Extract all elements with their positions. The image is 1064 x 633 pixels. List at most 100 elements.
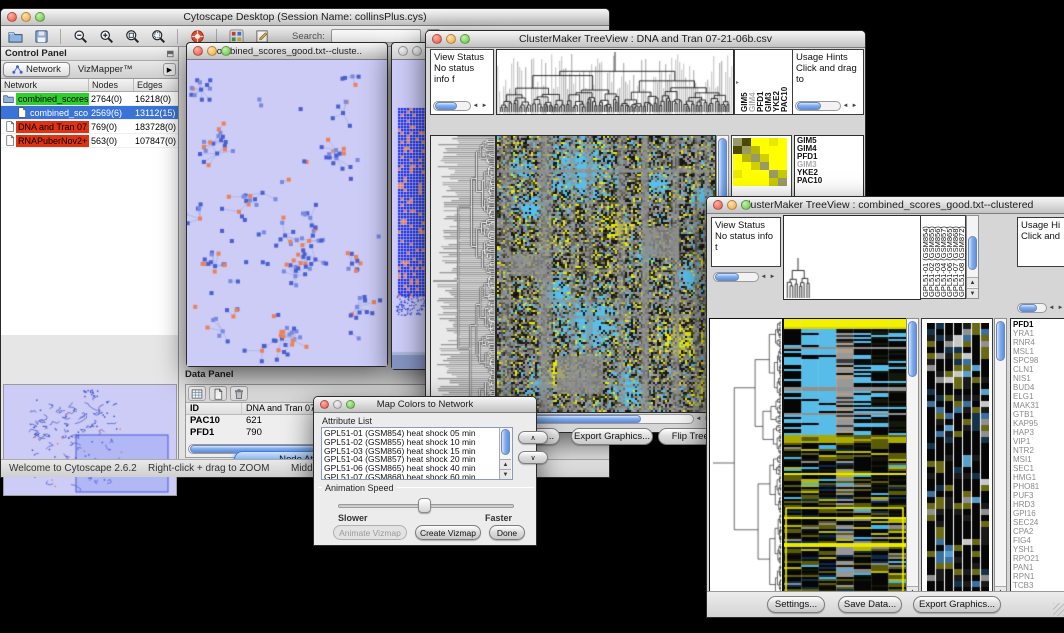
gene-label[interactable]: SPC98 xyxy=(1013,356,1064,365)
usage-hints-scrollbar[interactable]: ◄► xyxy=(1017,302,1064,314)
gene-label[interactable]: PHO81 xyxy=(1013,482,1064,491)
treeview2-title-bar[interactable]: ClusterMaker TreeView : combined_scores_… xyxy=(707,197,1064,214)
view-status-scrollbar[interactable]: ◄► xyxy=(433,100,489,112)
gene-label[interactable]: YRA1 xyxy=(1013,329,1064,338)
view-status-scrollbar[interactable]: ◄► xyxy=(713,271,777,283)
zoom-window-icon[interactable] xyxy=(741,200,751,210)
slider-thumb[interactable] xyxy=(418,498,431,513)
treeview1-column-dendrogram[interactable] xyxy=(496,49,734,115)
gene-label[interactable]: VIP1 xyxy=(1013,437,1064,446)
network-row[interactable]: combined_scores2764(0)16218(0) xyxy=(1,92,178,106)
gene-label[interactable]: KAP95 xyxy=(1013,419,1064,428)
similarity-matrix[interactable] xyxy=(733,138,787,186)
close-icon[interactable] xyxy=(713,200,723,210)
attribute-select-icon[interactable] xyxy=(188,386,206,401)
gene-label[interactable]: CPA2 xyxy=(1013,527,1064,536)
gene-label[interactable]: SEC1 xyxy=(1013,464,1064,473)
treeview2-heatmap[interactable] xyxy=(783,318,907,608)
gene-label[interactable]: PAN1 xyxy=(1013,563,1064,572)
treeview2-gene-dendrogram[interactable] xyxy=(709,318,783,608)
create-vizmap-button[interactable]: Create Vizmap xyxy=(415,525,481,540)
minimize-icon[interactable] xyxy=(446,34,456,44)
treeview2-vscrollbar[interactable]: ▲▼ xyxy=(906,318,919,608)
zoom-fit-icon[interactable] xyxy=(122,27,142,45)
zoom-out-icon[interactable] xyxy=(70,27,90,45)
minimize-icon[interactable] xyxy=(412,46,422,56)
save-data-button[interactable]: Save Data... xyxy=(838,596,902,613)
close-icon[interactable] xyxy=(193,46,203,56)
gene-label[interactable]: MSI1 xyxy=(1013,455,1064,464)
treeview1-title-bar[interactable]: ClusterMaker TreeView : DNA and Tran 07-… xyxy=(426,31,865,48)
settings-button[interactable]: Settings... xyxy=(767,596,825,613)
gene-label[interactable]: NIS1 xyxy=(1013,374,1064,383)
attribute-list-scrollbar[interactable]: ▲▼ xyxy=(499,428,512,479)
zoom-selected-icon[interactable] xyxy=(148,27,168,45)
float-panel-icon[interactable]: ⬒ xyxy=(166,49,174,58)
network-canvas[interactable] xyxy=(187,60,387,366)
gene-label[interactable]: RPN1 xyxy=(1013,572,1064,581)
minimize-icon[interactable] xyxy=(333,400,342,409)
tab-overflow-arrow[interactable]: ▶ xyxy=(163,63,176,76)
gene-label[interactable]: YSH1 xyxy=(1013,545,1064,554)
gene-label[interactable]: GPI16 xyxy=(1013,509,1064,518)
save-icon[interactable] xyxy=(31,27,51,45)
gene-label[interactable]: ELG1 xyxy=(1013,392,1064,401)
zoom-in-icon[interactable] xyxy=(96,27,116,45)
gene-label[interactable]: SEC24 xyxy=(1013,518,1064,527)
dialog-title-bar[interactable]: Map Colors to Network xyxy=(314,397,536,413)
gene-label[interactable]: RPO21 xyxy=(1013,554,1064,563)
treeview2-secondary-heatmap[interactable] xyxy=(927,323,989,595)
minimize-icon[interactable] xyxy=(21,12,31,22)
network-view-title-bar[interactable]: combined_scores_good.txt--cluste... xyxy=(187,43,387,60)
gene-label[interactable]: GTB1 xyxy=(1013,410,1064,419)
network-row[interactable]: combined_sco2569(6)13112(15) xyxy=(1,106,178,120)
tab-network[interactable]: Network xyxy=(3,62,70,77)
gene-label[interactable]: HRD3 xyxy=(1013,500,1064,509)
main-title-bar[interactable]: Cytoscape Desktop (Session Name: collins… xyxy=(1,9,609,26)
birdseye-overview[interactable] xyxy=(3,384,177,496)
delete-attribute-icon[interactable] xyxy=(230,386,248,401)
attribute-list[interactable]: GPL51-01 (GSM854) heat shock 05 minGPL51… xyxy=(321,427,513,480)
close-icon[interactable] xyxy=(398,46,408,56)
treeview2-right-vscrollbar[interactable]: ▲▼ xyxy=(994,318,1007,608)
gene-label[interactable]: MAK31 xyxy=(1013,401,1064,410)
gene-label[interactable]: NTR2 xyxy=(1013,446,1064,455)
gene-label[interactable]: CLN1 xyxy=(1013,365,1064,374)
gene-label[interactable]: PUF3 xyxy=(1013,491,1064,500)
column-header-id[interactable]: ID xyxy=(186,403,242,414)
search-input[interactable] xyxy=(331,29,421,43)
move-down-button[interactable]: ∨ xyxy=(518,451,548,464)
animate-vizmap-button[interactable]: Animate Vizmap xyxy=(333,525,407,540)
done-button[interactable]: Done xyxy=(489,525,525,540)
close-icon[interactable] xyxy=(320,400,329,409)
zoom-window-icon[interactable] xyxy=(35,12,45,22)
export-graphics-button[interactable]: Export Graphics... xyxy=(571,428,653,445)
treeview1-gene-dendrogram[interactable] xyxy=(430,135,496,427)
close-icon[interactable] xyxy=(432,34,442,44)
attribute-list-item[interactable]: GPL51-07 (GSM868) heat shock 60 min xyxy=(324,473,510,480)
treeview2-gene-list[interactable]: PFD1YRA1RNR4MSL1SPC98CLN1NIS1BUD4ELG1MAK… xyxy=(1010,318,1064,608)
close-icon[interactable] xyxy=(7,12,17,22)
gene-label[interactable]: HMG1 xyxy=(1013,473,1064,482)
treeview2-column-dendrogram[interactable] xyxy=(783,215,921,300)
network-row[interactable]: RNAPuberNov2+563(0)107847(0) xyxy=(1,134,178,148)
gene-label[interactable]: TCB3 xyxy=(1013,581,1064,590)
minimize-icon[interactable] xyxy=(727,200,737,210)
gene-label[interactable]: RNR4 xyxy=(1013,338,1064,347)
usage-hints-scrollbar[interactable]: ◄► xyxy=(795,100,859,112)
zoom-window-icon[interactable] xyxy=(460,34,470,44)
export-graphics-button[interactable]: Export Graphics... xyxy=(913,596,1001,613)
window-controls[interactable] xyxy=(7,12,45,22)
zoom-window-icon[interactable] xyxy=(221,46,231,56)
treeview2-top-vscrollbar[interactable]: ▲▼ xyxy=(966,215,979,299)
zoom-window-icon[interactable] xyxy=(346,400,355,409)
chevron-right-icon[interactable]: ▸ xyxy=(736,78,739,89)
open-folder-icon[interactable] xyxy=(5,27,25,45)
network-row[interactable]: DNA and Tran 07769(0)183728(0) xyxy=(1,120,178,134)
gene-label[interactable]: HAP3 xyxy=(1013,428,1064,437)
resize-grip[interactable] xyxy=(1053,603,1064,616)
gene-label[interactable]: FIG4 xyxy=(1013,536,1064,545)
move-up-button[interactable]: ∧ xyxy=(518,431,548,444)
gene-label[interactable]: PFD1 xyxy=(1013,320,1064,329)
gene-label[interactable]: MSL1 xyxy=(1013,347,1064,356)
